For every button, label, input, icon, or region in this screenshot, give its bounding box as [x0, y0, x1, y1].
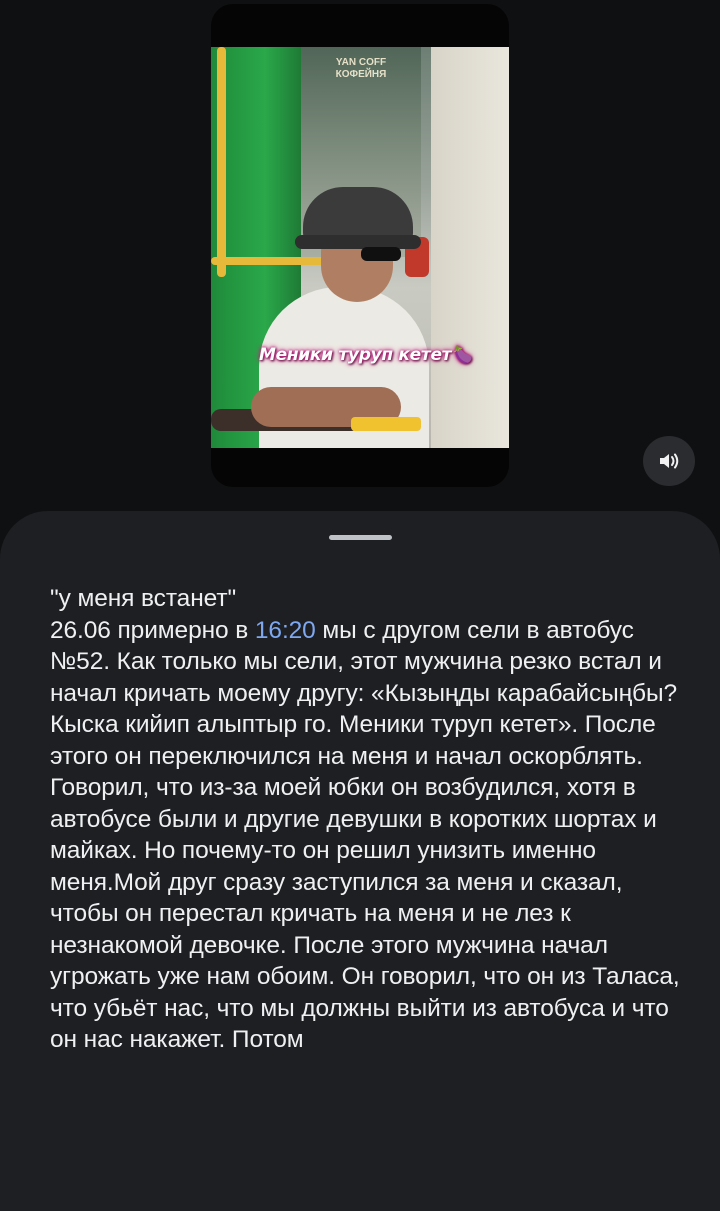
volume-button[interactable] [643, 436, 695, 486]
description-sheet[interactable]: "у меня встанет" 26.06 примерно в 16:20 … [0, 511, 720, 1211]
volume-icon [660, 453, 679, 469]
drag-handle[interactable] [329, 535, 392, 540]
video-card[interactable]: YAN COFF КОФЕЙНЯ Меники туруп кетет🍆 [211, 4, 509, 487]
sunglasses [361, 247, 401, 261]
handrail-pole [217, 47, 226, 277]
timestamp-link[interactable]: 16:20 [255, 617, 316, 644]
post-body-text: мы с другом сели в автобус №52. Как толь… [50, 616, 680, 1054]
post-date-prefix: 26.06 примерно в [50, 616, 255, 644]
video-frame[interactable]: YAN COFF КОФЕЙНЯ Меники туруп кетет🍆 [211, 47, 509, 448]
bus-interior-panel [431, 47, 509, 448]
post-title-line: "у меня встанет" [50, 585, 237, 612]
video-caption: Меники туруп кетет🍆 [259, 345, 473, 365]
post-body: 26.06 примерно в 16:20 мы с другом сели … [50, 615, 690, 1056]
hat-brim [295, 235, 421, 249]
handrail-bar [211, 257, 331, 265]
seat-handle [351, 417, 421, 431]
post-description: "у меня встанет" 26.06 примерно в 16:20 … [50, 583, 690, 1056]
store-sign: YAN COFF КОФЕЙНЯ [335, 57, 387, 80]
